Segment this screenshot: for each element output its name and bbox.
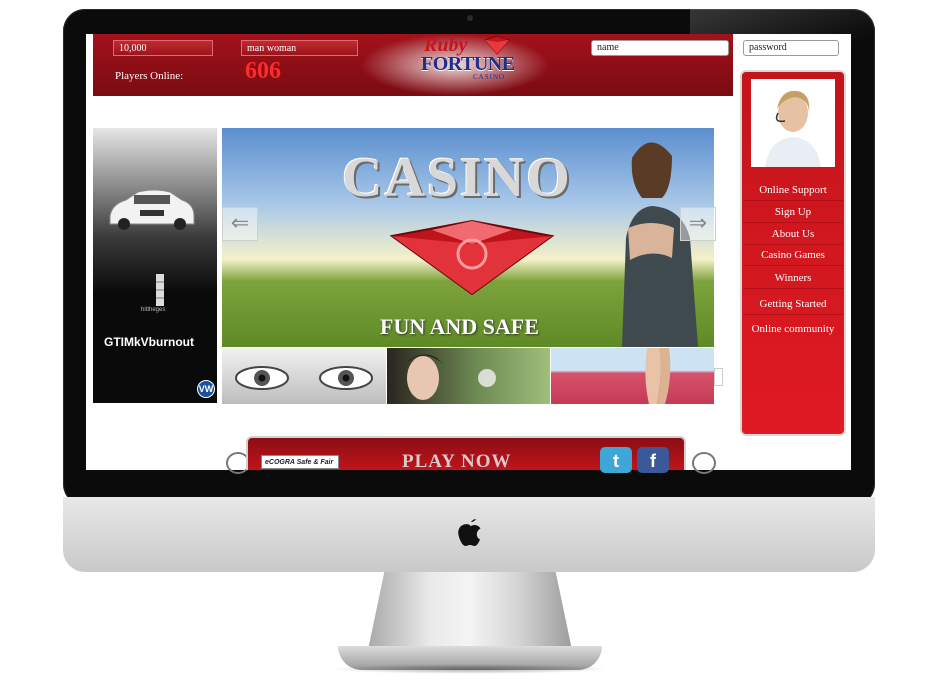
gender-select[interactable]: man woman	[241, 40, 358, 56]
support-avatar	[751, 79, 835, 167]
monitor-stand-neck	[368, 572, 572, 650]
nav-sign-up[interactable]: Sign Up	[743, 202, 843, 223]
slider-next-button[interactable]: ⇒	[680, 207, 716, 241]
players-online-count: 606	[245, 58, 281, 84]
apple-logo-icon	[458, 519, 481, 546]
credit-field[interactable]: 10,000	[113, 40, 213, 56]
arrow-left-icon: ⇐	[230, 211, 250, 236]
vw-logo-icon: VW	[197, 380, 215, 398]
nav-online-community[interactable]: Online community	[743, 319, 843, 339]
twitter-icon[interactable]: t	[600, 447, 632, 473]
play-now-button[interactable]: PLAY NOW	[402, 451, 512, 473]
players-online-label: Players Online:	[115, 70, 184, 82]
right-ornament-icon	[692, 452, 716, 474]
nav-casino-games[interactable]: Casino Games	[743, 245, 843, 266]
name-field[interactable]: name	[591, 40, 729, 56]
nav-online-support[interactable]: Online Support	[743, 180, 843, 201]
ad-tagline: hittheges	[141, 307, 166, 313]
thumbnail-eyes[interactable]	[222, 348, 386, 404]
facebook-icon[interactable]: f	[637, 447, 669, 473]
ad-headline: GTIMkVburnout	[104, 335, 194, 349]
nav-getting-started[interactable]: Getting Started	[743, 294, 843, 315]
beach-image	[645, 348, 671, 404]
thumbnail-beach[interactable]	[551, 348, 714, 404]
nav-about-us[interactable]: About Us	[743, 224, 843, 245]
arrow-right-icon: ⇒	[688, 211, 708, 236]
hero-title: CASINO	[342, 147, 572, 209]
tower-image	[156, 274, 164, 306]
car-image	[109, 189, 195, 230]
logo-casino-text: CASINO	[473, 73, 506, 81]
hero-subtitle: FUN AND SAFE	[380, 314, 539, 339]
dandelion-image	[401, 354, 496, 400]
thumbnail-next-arrow[interactable]	[714, 368, 723, 386]
nav-winners[interactable]: Winners	[743, 268, 843, 289]
ecogra-badge[interactable]: eCOGRA Safe & Fair	[261, 455, 339, 469]
ruby-gem-image	[389, 219, 555, 296]
vw-advertisement[interactable]	[93, 128, 217, 403]
thumbnail-dandelion[interactable]	[387, 348, 550, 404]
password-field[interactable]: password	[743, 40, 839, 56]
support-agent-image	[751, 79, 835, 167]
stand-shadow	[330, 664, 610, 674]
slider-prev-button[interactable]: ⇐	[222, 207, 258, 241]
eyes-image	[235, 366, 373, 390]
camera-icon	[467, 15, 473, 21]
